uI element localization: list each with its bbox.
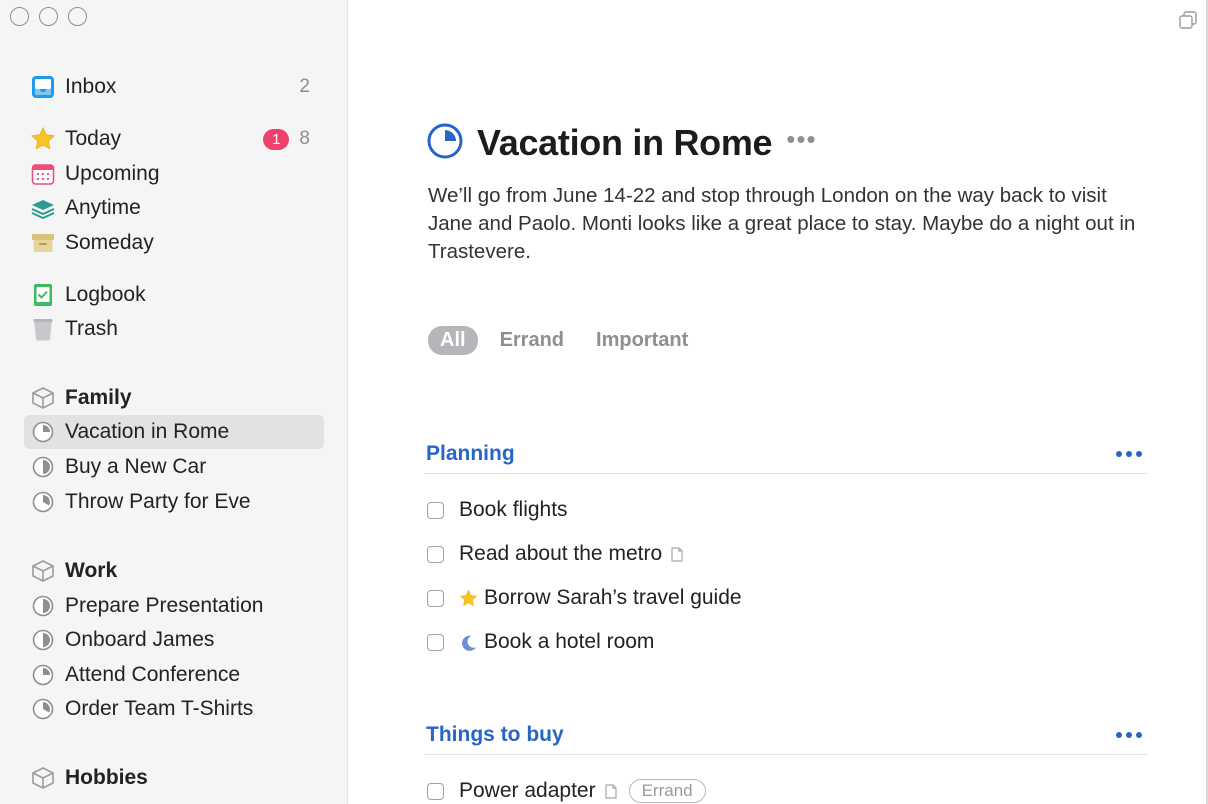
heading-planning[interactable]: Planning xyxy=(424,434,1148,474)
sidebar-item-label: Someday xyxy=(65,231,154,254)
project-progress-icon xyxy=(427,123,463,164)
inbox-icon xyxy=(30,74,56,100)
todo-title: Book flights xyxy=(459,498,568,521)
sidebar-item-label: Prepare Presentation xyxy=(65,594,264,617)
window-controls xyxy=(10,7,87,26)
sidebar-area-hobbies[interactable]: Hobbies xyxy=(24,761,324,795)
project-progress-icon xyxy=(30,593,56,619)
project-header: Vacation in Rome ••• xyxy=(427,122,817,164)
heading-more-button[interactable] xyxy=(1116,450,1142,457)
sidebar-item-label: Inbox xyxy=(65,75,117,98)
project-progress-icon xyxy=(30,419,56,445)
area-label: Work xyxy=(65,559,118,582)
todo-item[interactable]: Book a hotel room xyxy=(427,625,654,659)
sidebar-area-work[interactable]: Work xyxy=(24,554,324,588)
heading-things-to-buy[interactable]: Things to buy xyxy=(424,715,1148,755)
copy-window-icon[interactable] xyxy=(1178,10,1198,35)
sidebar-project-attend-conference[interactable]: Attend Conference xyxy=(24,658,324,692)
sidebar-project-throw-party-for-eve[interactable]: Throw Party for Eve xyxy=(24,485,324,519)
project-notes[interactable]: We’ll go from June 14-22 and stop throug… xyxy=(428,182,1148,266)
note-icon xyxy=(604,783,617,799)
note-icon xyxy=(671,546,683,562)
archive-box-icon xyxy=(30,230,56,256)
sidebar-item-label: Logbook xyxy=(65,283,146,306)
sidebar-item-label: Onboard James xyxy=(65,628,215,651)
todo-checkbox[interactable] xyxy=(427,633,444,651)
area-cube-icon xyxy=(30,765,56,791)
todo-item[interactable]: Borrow Sarah’s travel guide xyxy=(427,581,742,615)
close-window-button[interactable] xyxy=(10,7,29,26)
sidebar-project-onboard-james[interactable]: Onboard James xyxy=(24,623,324,657)
sidebar-item-upcoming[interactable]: Upcoming xyxy=(24,157,324,191)
sidebar-item-label: Upcoming xyxy=(65,162,160,185)
project-progress-icon xyxy=(30,454,56,480)
sidebar-item-label: Vacation in Rome xyxy=(65,420,230,443)
filter-errand[interactable]: Errand xyxy=(498,326,574,355)
main-content: Vacation in Rome ••• We’ll go from June … xyxy=(349,0,1208,804)
sidebar-project-prepare-presentation[interactable]: Prepare Presentation xyxy=(24,589,324,623)
area-cube-icon xyxy=(30,558,56,584)
todo-checkbox[interactable] xyxy=(427,782,444,800)
sidebar-item-label: Today xyxy=(65,127,122,150)
heading-label: Planning xyxy=(426,441,515,465)
sidebar-item-label: Anytime xyxy=(65,196,141,219)
tag-badge[interactable]: Errand xyxy=(628,779,706,803)
todo-item[interactable]: Power adapter Errand xyxy=(427,774,706,804)
filter-all[interactable]: All xyxy=(428,326,478,355)
tag-filter-bar: All Errand Important xyxy=(428,326,698,355)
sidebar-item-label: Throw Party for Eve xyxy=(65,490,251,513)
sidebar-item-trash[interactable]: Trash xyxy=(24,312,324,346)
sidebar-project-vacation-in-rome[interactable]: Vacation in Rome xyxy=(24,415,324,449)
layers-icon xyxy=(30,195,56,221)
minimize-window-button[interactable] xyxy=(39,7,58,26)
inbox-count: 2 xyxy=(299,76,310,97)
project-progress-icon xyxy=(30,696,56,722)
project-more-button[interactable]: ••• xyxy=(786,126,816,160)
trash-icon xyxy=(30,316,56,342)
todo-item[interactable]: Read about the metro xyxy=(427,537,683,571)
sidebar-item-someday[interactable]: Someday xyxy=(24,226,324,260)
area-label: Hobbies xyxy=(65,766,148,789)
logbook-icon xyxy=(30,282,56,308)
sidebar: Inbox 2 Today 1 8 Upcoming Anytime Somed… xyxy=(0,0,348,804)
sidebar-item-anytime[interactable]: Anytime xyxy=(24,191,324,225)
todo-title: Borrow Sarah’s travel guide xyxy=(484,586,742,609)
sidebar-item-label: Order Team T-Shirts xyxy=(65,697,254,720)
area-cube-icon xyxy=(30,385,56,411)
sidebar-item-inbox[interactable]: Inbox 2 xyxy=(24,70,324,104)
todo-checkbox[interactable] xyxy=(427,589,444,607)
today-due-badge: 1 xyxy=(263,128,290,150)
sidebar-item-label: Buy a New Car xyxy=(65,455,207,478)
area-label: Family xyxy=(65,386,132,409)
sidebar-item-label: Attend Conference xyxy=(65,663,241,686)
todo-checkbox[interactable] xyxy=(427,501,444,519)
project-progress-icon xyxy=(30,662,56,688)
todo-item[interactable]: Book flights xyxy=(427,493,568,527)
heading-label: Things to buy xyxy=(426,722,564,746)
calendar-icon xyxy=(30,161,56,187)
sidebar-project-buy-a-new-car[interactable]: Buy a New Car xyxy=(24,450,324,484)
today-count: 8 xyxy=(299,128,310,149)
todo-title: Book a hotel room xyxy=(484,630,655,653)
sidebar-item-today[interactable]: Today 1 8 xyxy=(24,122,324,156)
moon-icon xyxy=(459,633,478,652)
todo-title: Power adapter xyxy=(459,779,596,802)
heading-more-button[interactable] xyxy=(1116,731,1142,738)
star-icon xyxy=(459,589,478,608)
sidebar-item-logbook[interactable]: Logbook xyxy=(24,278,324,312)
todo-checkbox[interactable] xyxy=(427,545,444,563)
page-title[interactable]: Vacation in Rome xyxy=(477,122,773,164)
zoom-window-button[interactable] xyxy=(68,7,87,26)
filter-important[interactable]: Important xyxy=(594,326,698,355)
todo-title: Read about the metro xyxy=(459,542,663,565)
sidebar-item-label: Trash xyxy=(65,317,118,340)
project-progress-icon xyxy=(30,489,56,515)
sidebar-area-family[interactable]: Family xyxy=(24,381,324,415)
project-progress-icon xyxy=(30,627,56,653)
star-icon xyxy=(30,126,56,152)
sidebar-project-order-team-t-shirts[interactable]: Order Team T-Shirts xyxy=(24,692,324,726)
